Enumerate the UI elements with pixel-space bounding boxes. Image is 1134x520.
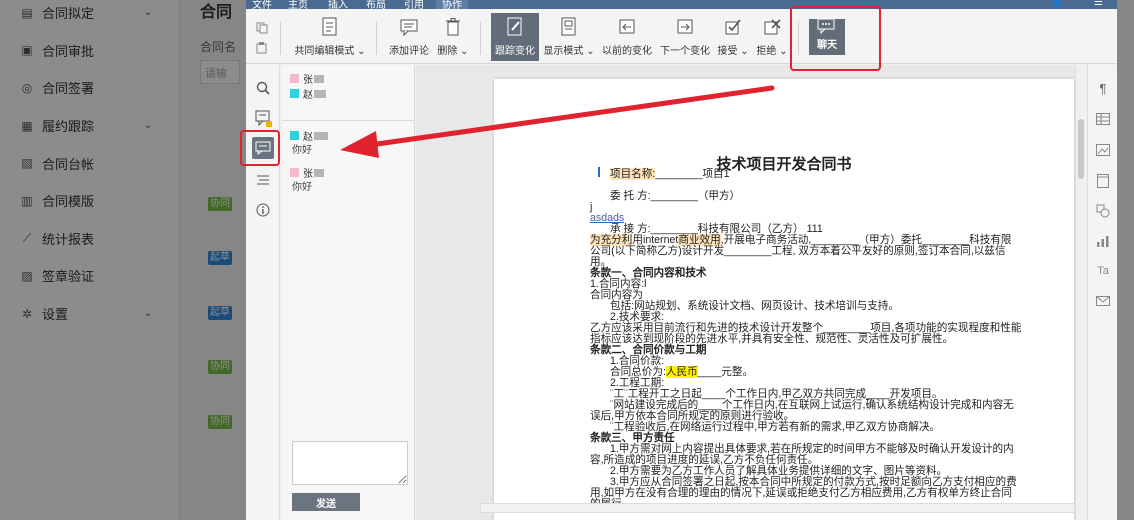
ribbon-toolbar: 共同编辑模式 ⌄ 添加评论 删除 ⌄ 跟踪变化 显示模式 ⌄ 以前的变化 下一个… — [246, 9, 1117, 64]
shape-icon[interactable] — [1095, 203, 1111, 219]
document-title: 技术项目开发合同书 — [716, 156, 852, 173]
menu-bar: 文件 主页 插入 布局 引用 协作 👤 ☰ — [246, 0, 1117, 11]
redacted-mark — [314, 89, 326, 98]
user-name: 赵 — [303, 90, 313, 101]
send-button[interactable]: 发送 — [292, 493, 360, 511]
doc-paragraph: 1.甲方需对网上内容提出具体要求,若在所规定的时间甲方不能够及时确认开发设计的内… — [590, 443, 1014, 466]
divider — [282, 120, 415, 121]
display-mode-button[interactable]: 显示模式 ⌄ — [543, 13, 595, 61]
image-icon[interactable] — [1095, 142, 1111, 158]
redacted-mark — [314, 74, 324, 83]
redacted-mark — [314, 131, 328, 140]
display-mode-label: 显示模式 — [543, 46, 584, 57]
accept-label: 接受 — [717, 46, 738, 57]
accept-button[interactable]: 接受 ⌄ — [717, 13, 749, 61]
redacted-mark — [314, 168, 324, 177]
check-icon — [723, 17, 743, 37]
doc-paragraph: 为充分利用internet商业效用,开展电子商务活动,________（甲方）委… — [590, 234, 1022, 268]
navigation-icon[interactable] — [252, 169, 274, 191]
doc-paragraph: 乙方应该采用目前流行和先进的技术设计开发整个________项目,各项功能的实现… — [590, 322, 1022, 345]
online-user: 赵 — [290, 86, 326, 101]
co-edit-mode-button[interactable]: 共同编辑模式 ⌄ — [294, 13, 366, 61]
document-editor: 文件 主页 插入 布局 引用 协作 👤 ☰ 共同编辑模式 ⌄ 添加评论 删除 ⌄… — [246, 0, 1117, 520]
hamburger-icon[interactable]: ☰ — [1094, 0, 1103, 8]
vertical-scrollbar[interactable] — [1075, 65, 1087, 520]
users-icon[interactable]: 👤 — [1051, 0, 1063, 8]
reject-icon — [762, 17, 782, 37]
paragraph-icon[interactable]: ¶ — [1095, 80, 1111, 96]
user-color-swatch — [290, 131, 299, 140]
chat-input[interactable] — [292, 441, 408, 485]
doc-line: 项目名称:________项目1 — [610, 168, 730, 180]
previous-change-label: 以前的变化 — [602, 46, 652, 57]
user-name: 张 — [303, 75, 313, 86]
trash-icon — [443, 17, 463, 37]
notification-dot — [266, 121, 272, 127]
chat-panel: 张 赵 赵 你好 张 你好 发送 — [282, 65, 415, 520]
text-span: ____元整。 — [697, 366, 754, 378]
right-tool-column: ¶ Ta — [1087, 65, 1117, 520]
header-footer-icon[interactable] — [1095, 173, 1111, 189]
text-cursor — [598, 167, 600, 177]
display-mode-icon — [559, 17, 579, 37]
comment-icon — [399, 17, 419, 37]
previous-change-button[interactable]: 以前的变化 — [602, 13, 652, 61]
track-changes-label: 跟踪变化 — [495, 46, 535, 57]
add-comment-button[interactable]: 添加评论 — [388, 13, 430, 61]
track-changes-button[interactable]: 跟踪变化 — [491, 13, 539, 61]
chat-message-text: 你好 — [292, 182, 312, 193]
document-page[interactable]: 技术项目开发合同书 项目名称:________项目1 委 托 方:_______… — [494, 79, 1074, 520]
search-icon[interactable] — [252, 77, 274, 99]
horizontal-scrollbar[interactable] — [480, 503, 1075, 513]
add-comment-label: 添加评论 — [389, 46, 429, 57]
document-canvas: 技术项目开发合同书 项目名称:________项目1 委 托 方:_______… — [416, 65, 1087, 520]
project-name-value: ________项目1 — [655, 168, 730, 180]
chat-message-text: 你好 — [292, 145, 312, 156]
user-color-swatch — [290, 168, 299, 177]
chat-highlight-box — [790, 6, 881, 71]
info-icon[interactable] — [252, 199, 274, 221]
co-edit-icon — [320, 17, 340, 37]
chat-panel-highlight-box — [240, 130, 280, 166]
arrow-right-icon — [675, 17, 695, 37]
track-changes-icon — [505, 17, 525, 37]
reject-label: 拒绝 — [756, 46, 777, 57]
project-name-label: 项目名称: — [610, 168, 656, 180]
comments-icon[interactable] — [252, 107, 274, 129]
co-edit-label: 共同编辑模式 — [294, 46, 355, 57]
delete-label: 删除 — [437, 46, 458, 57]
arrow-left-icon — [617, 17, 637, 37]
user-color-swatch — [290, 74, 299, 83]
next-change-button[interactable]: 下一个变化 — [660, 13, 710, 61]
copy-icon[interactable] — [256, 21, 268, 39]
user-color-swatch — [290, 89, 299, 98]
online-user: 张 — [290, 71, 324, 86]
paste-icon[interactable] — [256, 41, 268, 59]
doc-line: 委 托 方:________（甲方） — [610, 190, 741, 202]
mail-merge-icon[interactable] — [1095, 293, 1111, 309]
delete-button[interactable]: 删除 ⌄ — [436, 13, 470, 61]
reject-button[interactable]: 拒绝 ⌄ — [756, 13, 788, 61]
table-icon[interactable] — [1095, 111, 1111, 127]
doc-paragraph: ¨网站建设完成后的____个工作日内,在互联网上试运行,确认系统结构设计完成和内… — [590, 399, 1014, 422]
highlight-text: 人民币 — [665, 366, 698, 378]
text-art-icon[interactable]: Ta — [1095, 263, 1111, 279]
next-change-label: 下一个变化 — [660, 46, 710, 57]
scrollbar-thumb[interactable] — [1078, 119, 1084, 179]
chart-icon[interactable] — [1095, 233, 1111, 249]
